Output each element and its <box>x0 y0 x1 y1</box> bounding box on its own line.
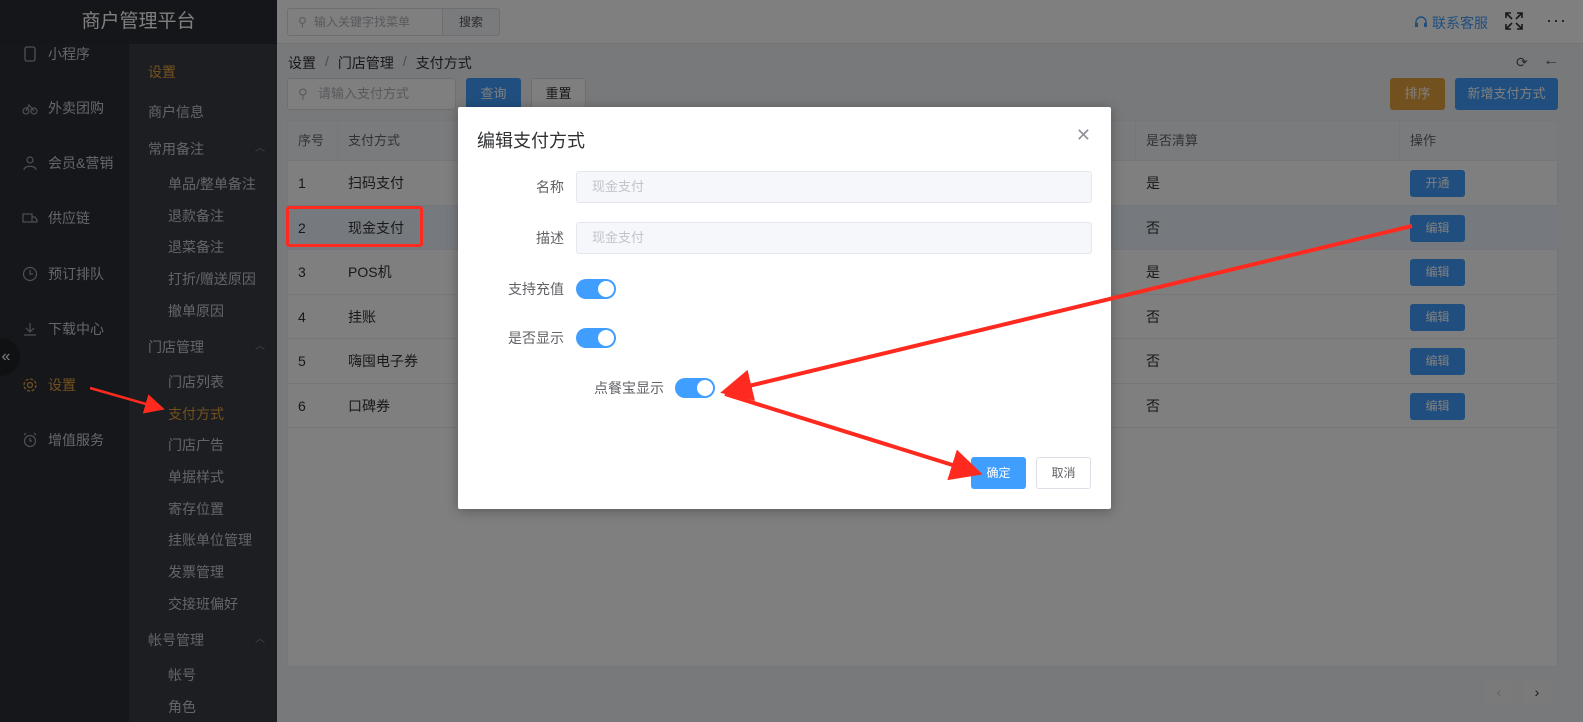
cancel-button[interactable]: 取消 <box>1036 457 1091 489</box>
toggle-knob <box>697 380 713 396</box>
dialog-title: 编辑支付方式 <box>477 131 585 151</box>
annotation-highlight-box <box>286 206 423 247</box>
description-label: 描述 <box>536 230 564 246</box>
name-label: 名称 <box>536 179 564 195</box>
display-toggle[interactable] <box>576 328 616 348</box>
toggle-knob <box>598 281 614 297</box>
close-icon[interactable]: ✕ <box>1076 125 1091 146</box>
recharge-toggle[interactable] <box>576 279 616 299</box>
name-field[interactable]: 现金支付 <box>576 171 1092 203</box>
edit-payment-method-dialog: 编辑支付方式 ✕ 名称 现金支付 描述 现金支付 支持充值 是否显示 点餐宝显示… <box>458 107 1111 509</box>
confirm-button[interactable]: 确定 <box>971 457 1026 489</box>
recharge-label: 支持充值 <box>508 281 564 297</box>
dcb-display-toggle[interactable] <box>675 378 715 398</box>
display-label: 是否显示 <box>508 330 564 346</box>
dcb-display-label: 点餐宝显示 <box>594 380 664 396</box>
description-field[interactable]: 现金支付 <box>576 222 1092 254</box>
toggle-knob <box>598 330 614 346</box>
